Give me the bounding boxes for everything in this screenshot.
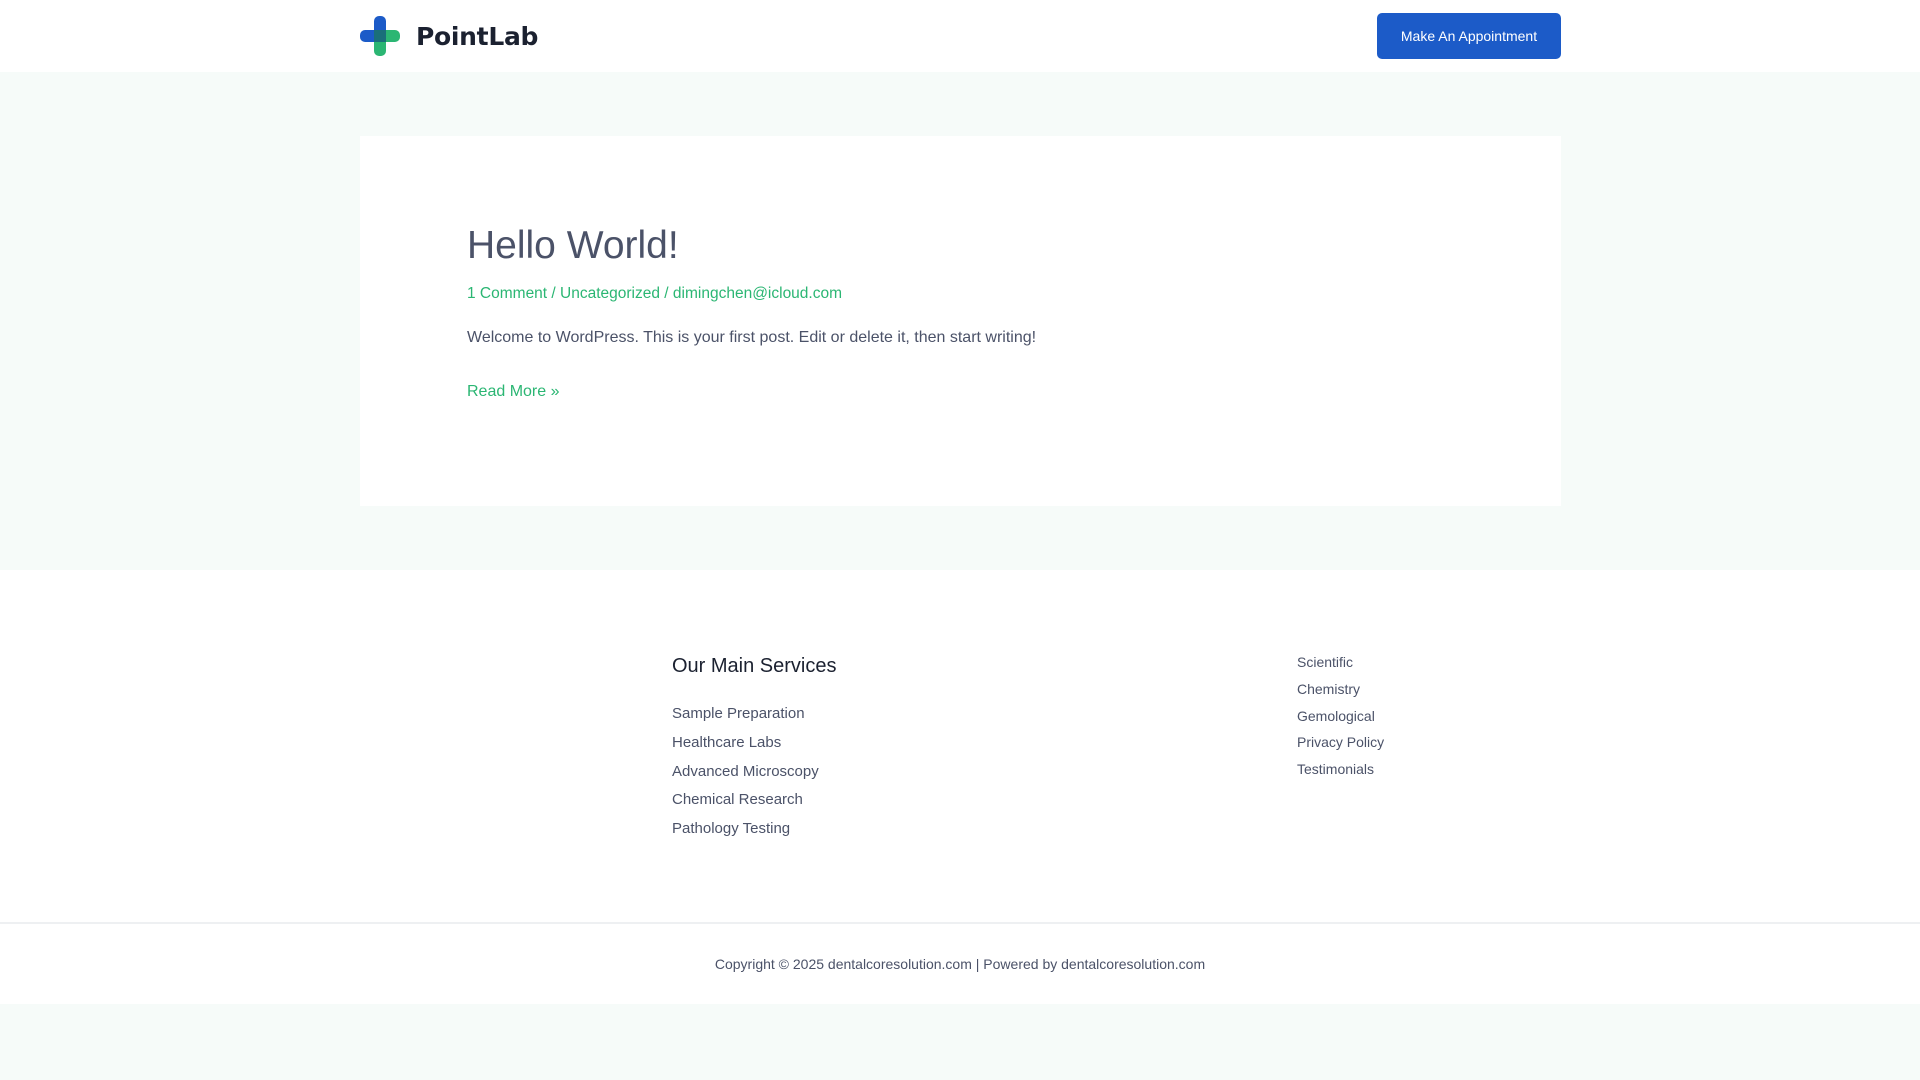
meta-separator: / [547, 285, 561, 302]
copyright-site-link[interactable]: dentalcoresolution.com [828, 956, 972, 972]
list-item: Privacy Policy [1297, 734, 1384, 761]
list-item: Pathology Testing [672, 820, 819, 849]
services-heading: Our Main Services [672, 655, 837, 677]
post-card: Hello World! 1 Comment / Uncategorized /… [360, 136, 1561, 506]
copyright-text: Copyright © 2025 dentalcoresolution.com … [0, 956, 1920, 972]
service-link-sample-preparation[interactable]: Sample Preparation [672, 705, 805, 722]
site-logo[interactable]: PointLab [360, 16, 538, 56]
list-item: Advanced Microscopy [672, 763, 819, 792]
footer-link-privacy-policy[interactable]: Privacy Policy [1297, 734, 1384, 750]
list-item: Gemological [1297, 708, 1384, 735]
logo-text: PointLab [416, 21, 539, 51]
post-title[interactable]: Hello World! [467, 224, 679, 268]
site-header: PointLab Make An Appointment [0, 0, 1920, 72]
list-item: Testimonials [1297, 761, 1384, 788]
copyright-bar: Copyright © 2025 dentalcoresolution.com … [0, 924, 1920, 1004]
read-more-link[interactable]: Read More » [467, 383, 560, 401]
footer-widgets: Our Main Services Sample Preparation Hea… [0, 570, 1920, 923]
copyright-separator: | Powered by [971, 956, 1062, 972]
medical-cross-logo-icon [360, 16, 400, 56]
list-item: Chemistry [1297, 681, 1384, 708]
footer-link-chemistry[interactable]: Chemistry [1297, 681, 1360, 697]
services-list: Sample Preparation Healthcare Labs Advan… [672, 705, 819, 849]
service-link-pathology-testing[interactable]: Pathology Testing [672, 820, 790, 837]
service-link-chemical-research[interactable]: Chemical Research [672, 791, 803, 808]
comments-link[interactable]: 1 Comment [467, 285, 547, 302]
list-item: Sample Preparation [672, 705, 819, 734]
make-appointment-button[interactable]: Make An Appointment [1377, 13, 1561, 59]
service-link-advanced-microscopy[interactable]: Advanced Microscopy [672, 763, 819, 780]
post-meta: 1 Comment / Uncategorized / dimingchen@i… [467, 285, 842, 303]
service-link-healthcare-labs[interactable]: Healthcare Labs [672, 734, 781, 751]
list-item: Chemical Research [672, 791, 819, 820]
footer-links-list: Scientific Chemistry Gemological Privacy… [1297, 654, 1384, 788]
powered-by-link[interactable]: dentalcoresolution.com [1061, 956, 1205, 972]
footer-link-gemological[interactable]: Gemological [1297, 708, 1375, 724]
copyright-prefix: Copyright © 2025 [714, 956, 828, 972]
footer-link-testimonials[interactable]: Testimonials [1297, 761, 1374, 777]
list-item: Healthcare Labs [672, 734, 819, 763]
category-link[interactable]: Uncategorized [560, 285, 660, 302]
meta-separator: / [660, 285, 673, 302]
post-excerpt: Welcome to WordPress. This is your first… [467, 329, 1037, 346]
list-item: Scientific [1297, 654, 1384, 681]
author-link[interactable]: dimingchen@icloud.com [673, 285, 842, 302]
footer-link-scientific[interactable]: Scientific [1297, 654, 1353, 670]
